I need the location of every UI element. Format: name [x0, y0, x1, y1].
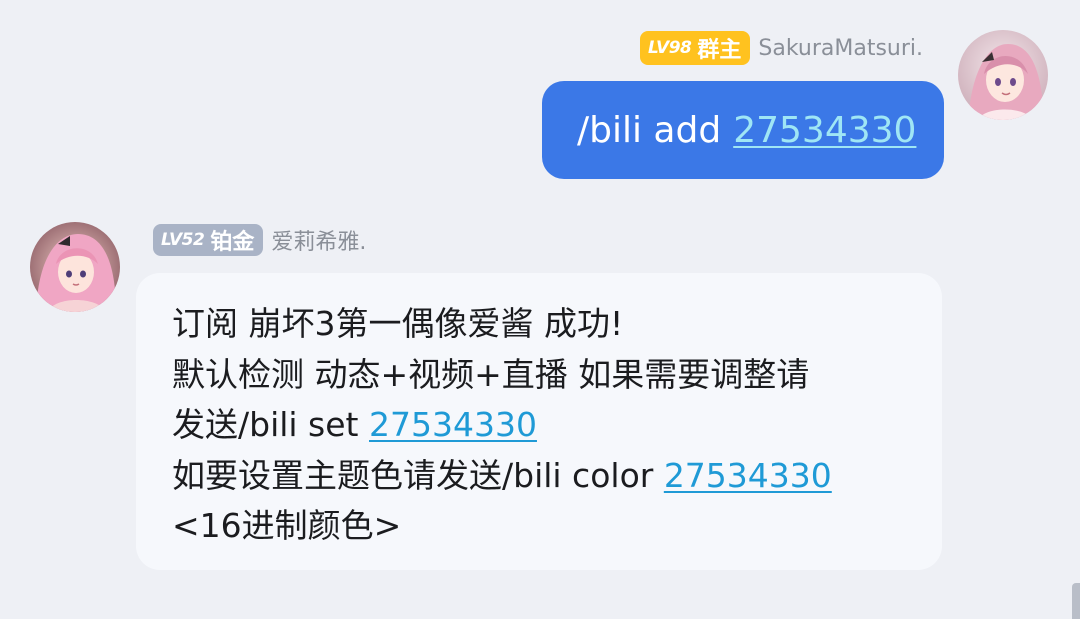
message-line: <16进制颜色>	[172, 506, 402, 545]
chat-view: LV98 群主 SakuraMatsuri. /bili add 2753433…	[0, 0, 1080, 619]
message-line: 默认检测 动态+视频+直播 如果需要调整请	[172, 354, 810, 394]
sender-name[interactable]: SakuraMatsuri.	[758, 36, 923, 61]
message-line: 订阅 崩坏3第一偶像爱酱 成功!	[172, 304, 624, 343]
uid-link[interactable]: 27534330	[733, 110, 916, 151]
anime-girl-avatar-icon	[30, 222, 120, 312]
role-label: 群主	[697, 38, 742, 63]
incoming-message-bubble[interactable]: 订阅 崩坏3第一偶像爱酱 成功! 默认检测 动态+视频+直播 如果需要调整请 发…	[136, 273, 942, 570]
message-line: 如要设置主题色请发送/bili color 27534330	[172, 451, 912, 502]
incoming-message-header: LV52 铂金 爱莉希雅.	[153, 224, 366, 256]
message-text: 如要设置主题色请发送/bili color	[172, 455, 664, 495]
level-label: LV52	[161, 230, 205, 250]
anime-girl-avatar-icon	[958, 30, 1048, 120]
outgoing-message-header: LV98 群主 SakuraMatsuri.	[640, 31, 923, 65]
group-owner-badge: LV98 群主	[640, 31, 751, 65]
message-line: 发送/bili set 27534330	[172, 400, 912, 451]
scrollbar[interactable]	[1072, 583, 1080, 619]
level-label: LV98	[648, 38, 692, 58]
message-text: 发送/bili set	[172, 405, 369, 444]
sender-name[interactable]: 爱莉希雅.	[271, 224, 366, 256]
member-level-badge: LV52 铂金	[153, 224, 264, 256]
message-text: /bili add	[577, 109, 722, 151]
uid-link[interactable]: 27534330	[369, 405, 537, 444]
role-label: 铂金	[210, 230, 255, 255]
sender-avatar[interactable]	[958, 30, 1048, 120]
outgoing-message-bubble[interactable]: /bili add 27534330	[542, 81, 944, 179]
uid-link[interactable]: 27534330	[664, 456, 832, 495]
bot-avatar[interactable]	[30, 222, 120, 312]
